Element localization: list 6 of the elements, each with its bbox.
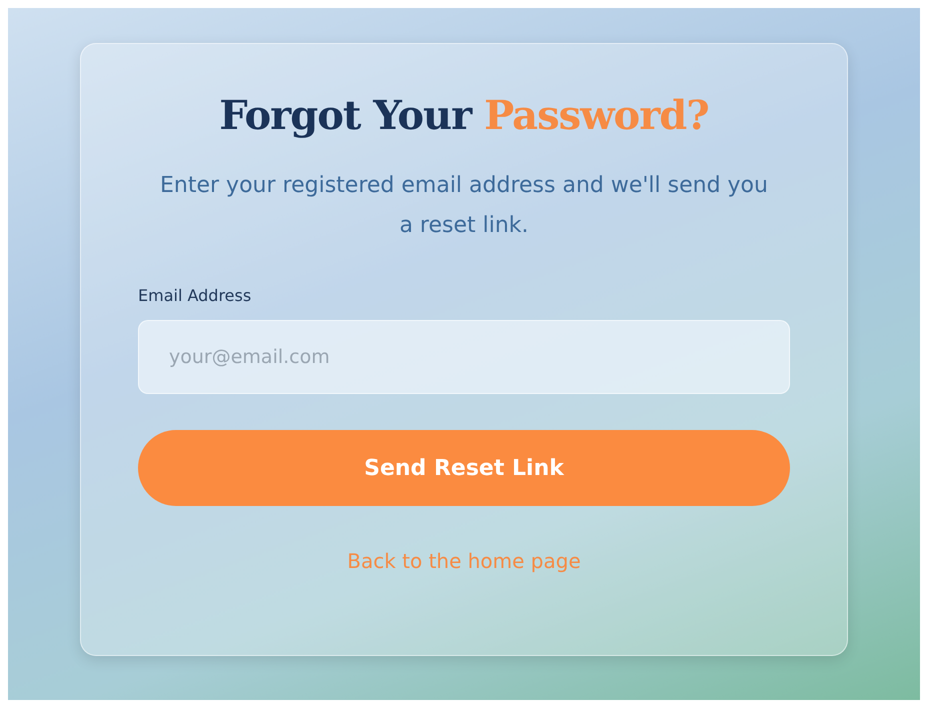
send-reset-link-button[interactable]: Send Reset Link — [138, 430, 790, 506]
instructions-text: Enter your registered email address and we'll send you a reset link. — [159, 172, 769, 240]
page-title: Forgot Your Password? — [218, 92, 710, 140]
back-home-link[interactable]: Back to the home page — [347, 549, 581, 573]
email-label: Email Address — [138, 285, 252, 307]
email-input-field[interactable]: your@email.com — [138, 320, 790, 394]
